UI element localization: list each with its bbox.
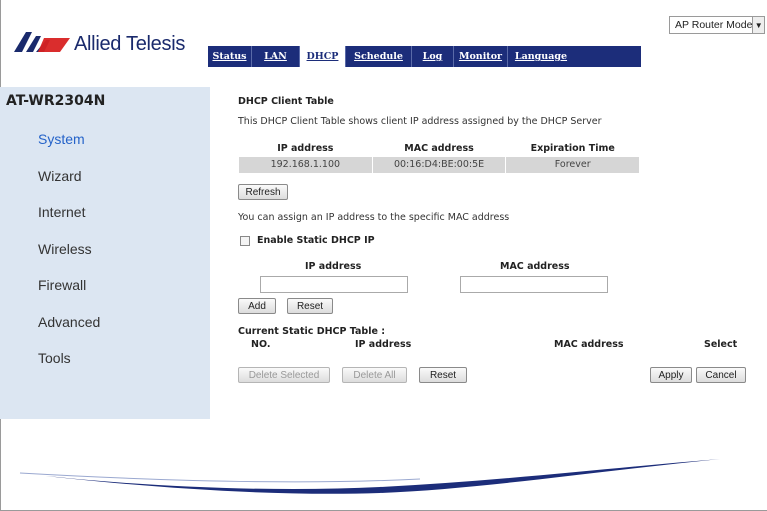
- sidebar-item-wireless[interactable]: Wireless: [38, 240, 100, 277]
- sidebar-item-firewall[interactable]: Firewall: [38, 276, 100, 313]
- tab-status[interactable]: Status: [208, 46, 252, 67]
- tab-log[interactable]: Log: [412, 46, 454, 67]
- static-ip-label: IP address: [305, 261, 362, 272]
- client-expiration-cell: Forever: [505, 155, 640, 174]
- allied-telesis-logo-icon: [14, 32, 70, 56]
- model-name: AT-WR2304N: [6, 93, 106, 109]
- tab-language[interactable]: Language: [508, 46, 574, 67]
- top-nav-bar: Status LAN DHCP Schedule Log Monitor Lan…: [208, 46, 641, 67]
- brand-name: Allied Telesis: [74, 32, 186, 55]
- sidebar-menu: System Wizard Internet Wireless Firewall…: [38, 130, 100, 386]
- assign-description: You can assign an IP address to the spec…: [238, 212, 510, 223]
- tab-lan[interactable]: LAN: [252, 46, 300, 67]
- static-reset-button[interactable]: Reset: [419, 367, 467, 383]
- sidebar: AT-WR2304N System Wizard Internet Wirele…: [0, 87, 210, 419]
- column-header-expiration: Expiration Time: [530, 143, 615, 155]
- brand-logo: Allied Telesis: [14, 32, 185, 56]
- client-table-description: This DHCP Client Table shows client IP a…: [238, 116, 602, 127]
- column-header-select: Select: [704, 339, 738, 350]
- static-mac-label: MAC address: [500, 261, 570, 272]
- tab-monitor[interactable]: Monitor: [454, 46, 508, 67]
- cancel-button[interactable]: Cancel: [696, 367, 746, 383]
- client-mac-cell: 00:16:D4:BE:00:5E: [371, 155, 507, 174]
- delete-selected-button[interactable]: Delete Selected: [238, 367, 330, 383]
- sidebar-item-internet[interactable]: Internet: [38, 203, 100, 240]
- main-content: DHCP Client Table This DHCP Client Table…: [238, 96, 758, 383]
- sidebar-item-wizard[interactable]: Wizard: [38, 167, 100, 204]
- chevron-down-icon[interactable]: ▼: [752, 17, 764, 33]
- static-table-title: Current Static DHCP Table :: [238, 326, 386, 337]
- column-header-ip: IP address: [277, 143, 334, 155]
- static-ip-input[interactable]: [260, 276, 408, 293]
- column-header-static-mac: MAC address: [554, 339, 624, 350]
- enable-static-dhcp-checkbox[interactable]: [240, 235, 250, 246]
- client-ip-cell: 192.168.1.100: [238, 155, 373, 174]
- decorative-swoosh: [19, 459, 720, 494]
- sidebar-item-tools[interactable]: Tools: [38, 349, 100, 386]
- static-mac-input[interactable]: [460, 276, 608, 293]
- tab-schedule[interactable]: Schedule: [346, 46, 412, 67]
- column-header-static-ip: IP address: [355, 339, 412, 350]
- add-button[interactable]: Add: [238, 298, 276, 314]
- apply-button[interactable]: Apply: [650, 367, 692, 383]
- reset-button[interactable]: Reset: [287, 298, 333, 314]
- enable-static-row: Enable Static DHCP IP: [240, 235, 375, 246]
- sidebar-item-advanced[interactable]: Advanced: [38, 313, 100, 350]
- enable-static-dhcp-label: Enable Static DHCP IP: [257, 235, 375, 246]
- refresh-button[interactable]: Refresh: [238, 184, 288, 200]
- column-header-no: NO.: [251, 339, 271, 350]
- router-mode-value: AP Router Mode: [675, 19, 753, 31]
- sidebar-item-system[interactable]: System: [38, 130, 100, 167]
- table-row: 192.168.1.100 00:16:D4:BE:00:5E Forever: [238, 155, 640, 174]
- dhcp-client-table: IP address MAC address Expiration Time 1…: [238, 142, 640, 174]
- tab-dhcp[interactable]: DHCP: [300, 46, 346, 67]
- client-table-title: DHCP Client Table: [238, 96, 334, 107]
- router-mode-select[interactable]: AP Router Mode ▼: [669, 16, 765, 34]
- delete-all-button[interactable]: Delete All: [342, 367, 407, 383]
- column-header-mac: MAC address: [404, 143, 474, 155]
